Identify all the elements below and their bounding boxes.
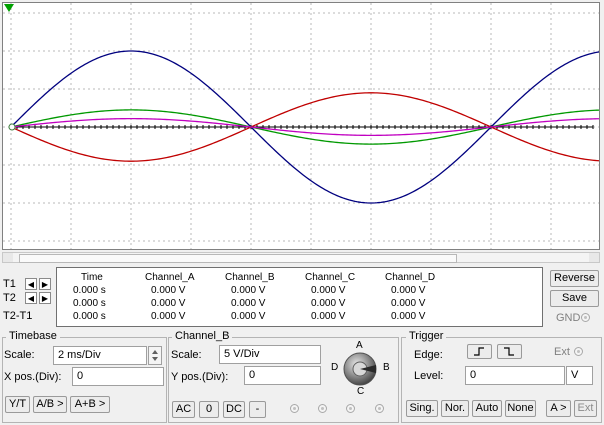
- t2-right-arrow-icon[interactable]: ▶: [39, 292, 51, 304]
- col-header-time: Time: [81, 272, 103, 283]
- trigger-source-a-button[interactable]: A >: [546, 400, 571, 417]
- scroll-right-icon[interactable]: [589, 253, 599, 262]
- dc-button[interactable]: DC: [223, 401, 245, 418]
- channel-selector-knob-icon[interactable]: [342, 351, 378, 387]
- timebase-xpos-label: X pos.(Div):: [4, 371, 62, 383]
- scroll-left-icon[interactable]: [3, 253, 13, 262]
- trigger-marker-icon[interactable]: [4, 4, 14, 12]
- radio-4[interactable]: [375, 404, 384, 413]
- col-header-channel-a: Channel_A: [145, 272, 195, 283]
- table-cell: 0.000 V: [391, 298, 426, 309]
- table-cell: 0.000 V: [151, 298, 186, 309]
- table-cell: 0.000 s: [73, 298, 106, 309]
- level-label: Level:: [414, 370, 444, 382]
- single-button[interactable]: Sing.: [406, 400, 438, 417]
- col-header-channel-b: Channel_B: [225, 272, 275, 283]
- table-cell: 0.000 V: [151, 311, 186, 322]
- table-cell: 0.000 V: [151, 285, 186, 296]
- gnd-radio[interactable]: [581, 313, 590, 322]
- channel-b-ypos-label: Y pos.(Div):: [171, 371, 229, 383]
- level-input[interactable]: 0: [465, 366, 565, 385]
- channel-b-scale-input[interactable]: 5 V/Div: [219, 345, 321, 364]
- horizontal-scrollbar[interactable]: [2, 252, 600, 263]
- falling-edge-button[interactable]: [497, 344, 522, 359]
- table-cell: 0.000 V: [391, 311, 426, 322]
- channel-b-title: Channel_B: [172, 330, 233, 342]
- knob-label-c: C: [357, 386, 365, 397]
- table-cell: 0.000 V: [311, 298, 346, 309]
- table-cell: 0.000 s: [73, 285, 106, 296]
- knob-label-a: A: [356, 340, 363, 351]
- cursor-t2t1-label: T2-T1: [3, 310, 33, 322]
- rising-edge-button[interactable]: [467, 344, 492, 359]
- rising-edge-icon: [474, 347, 484, 356]
- trigger-source-ext-button[interactable]: Ext: [574, 400, 597, 417]
- timebase-scale-input[interactable]: 2 ms/Div: [53, 346, 147, 365]
- minus-button[interactable]: -: [249, 401, 266, 418]
- cursor-t2-label: T2: [3, 292, 16, 304]
- scope-grid: [3, 3, 599, 249]
- table-cell: 0.000 V: [391, 285, 426, 296]
- cursor-t1-label: T1: [3, 278, 16, 290]
- radio-2[interactable]: [318, 404, 327, 413]
- spinner-arrows-icon: [152, 350, 158, 361]
- level-unit-field[interactable]: V: [566, 366, 593, 385]
- knob-label-d: D: [331, 362, 339, 373]
- timebase-scale-label: Scale:: [4, 349, 35, 361]
- falling-edge-icon: [504, 347, 514, 356]
- save-button[interactable]: Save: [550, 290, 599, 307]
- table-cell: 0.000 V: [231, 298, 266, 309]
- measurement-readout: Time Channel_A Channel_B Channel_C Chann…: [56, 267, 543, 327]
- auto-button[interactable]: Auto: [472, 400, 502, 417]
- t1-right-arrow-icon[interactable]: ▶: [39, 278, 51, 290]
- t2-left-arrow-icon[interactable]: ◀: [25, 292, 37, 304]
- table-cell: 0.000 V: [311, 285, 346, 296]
- ac-button[interactable]: AC: [172, 401, 195, 418]
- timebase-title: Timebase: [6, 330, 60, 342]
- table-cell: 0.000 V: [231, 285, 266, 296]
- ext-label: Ext: [554, 346, 570, 358]
- ab-button[interactable]: A/B >: [33, 396, 67, 413]
- knob-label-b: B: [383, 362, 390, 373]
- radio-1[interactable]: [290, 404, 299, 413]
- origin-marker: [8, 123, 16, 131]
- yt-button[interactable]: Y/T: [5, 396, 30, 413]
- col-header-channel-c: Channel_C: [305, 272, 356, 283]
- scroll-thumb[interactable]: [19, 254, 457, 263]
- trigger-title: Trigger: [406, 330, 447, 342]
- a-plus-b-button[interactable]: A+B >: [70, 396, 110, 413]
- radio-3[interactable]: [346, 404, 355, 413]
- timebase-scale-spinner[interactable]: [148, 346, 162, 365]
- none-button[interactable]: None: [505, 400, 536, 417]
- channel-b-scale-label: Scale:: [171, 349, 202, 361]
- table-cell: 0.000 V: [311, 311, 346, 322]
- scope-graph: [3, 3, 600, 249]
- scope-screen: [2, 2, 600, 250]
- timebase-xpos-input[interactable]: 0: [72, 367, 164, 386]
- normal-button[interactable]: Nor.: [441, 400, 469, 417]
- edge-label: Edge:: [414, 349, 443, 361]
- gnd-label: GND: [556, 312, 581, 324]
- col-header-channel-d: Channel_D: [385, 272, 436, 283]
- table-cell: 0.000 s: [73, 311, 106, 322]
- zero-button[interactable]: 0: [199, 401, 219, 418]
- reverse-button[interactable]: Reverse: [550, 270, 599, 287]
- table-cell: 0.000 V: [231, 311, 266, 322]
- channel-b-ypos-input[interactable]: 0: [244, 366, 321, 385]
- ext-radio[interactable]: [574, 347, 583, 356]
- t1-left-arrow-icon[interactable]: ◀: [25, 278, 37, 290]
